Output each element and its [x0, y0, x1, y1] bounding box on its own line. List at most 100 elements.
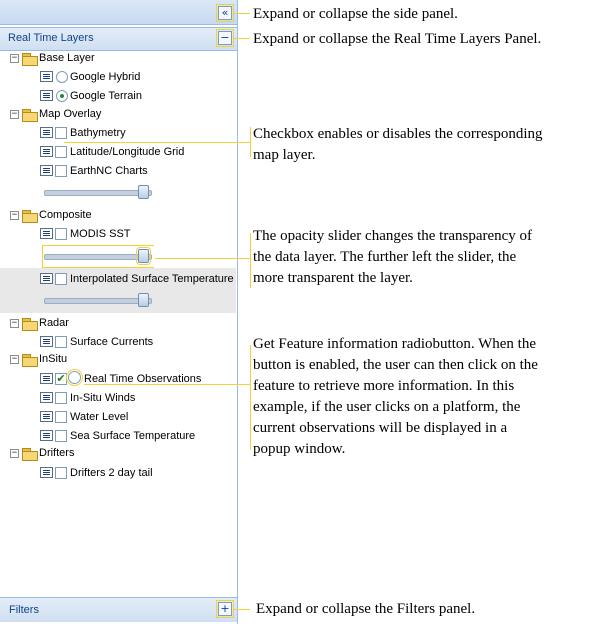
checkbox-in-situ-winds[interactable] — [55, 392, 67, 404]
radio-google-terrain[interactable] — [56, 90, 68, 102]
layer-label-interpolated-surface-temperature: Interpolated Surface Temperature — [70, 273, 234, 285]
connector-line — [42, 245, 43, 267]
annotation-line: Get Feature information radiobutton. Whe… — [253, 336, 536, 352]
opacity-slider-track[interactable] — [44, 298, 152, 304]
layer-label-earthnc-charts: EarthNC Charts — [70, 165, 148, 177]
annotation-checkbox: Checkbox enables or disables the corresp… — [253, 124, 543, 166]
connector-line — [42, 267, 154, 268]
annotation-filters-panel: Expand or collapse the Filters panel. — [256, 601, 476, 617]
connector-line — [250, 345, 251, 450]
filters-panel-header[interactable]: Filters + — [0, 597, 237, 622]
layer-label-bathymetry: Bathymetry — [70, 127, 126, 139]
opacity-slider-thumb[interactable] — [138, 293, 149, 307]
double-chevron-left-icon[interactable]: « — [216, 4, 234, 22]
expander-insitu[interactable]: − — [10, 355, 19, 364]
feature-info-radio[interactable] — [66, 369, 83, 386]
annotation-layers-panel: Expand or collapse the Real Time Layers … — [253, 31, 542, 47]
annotation-opacity: The opacity slider changes the transpare… — [253, 226, 532, 289]
group-label-insitu: InSitu — [39, 353, 68, 365]
opacity-slider-thumb[interactable] — [136, 247, 151, 265]
legend-icon[interactable] — [40, 392, 53, 403]
legend-icon[interactable] — [40, 127, 53, 138]
checkbox-sea-surface-temperature[interactable] — [55, 430, 67, 442]
legend-icon[interactable] — [40, 71, 53, 82]
layer-label-sea-surface-temperature: Sea Surface Temperature — [70, 430, 196, 442]
legend-icon[interactable] — [40, 373, 53, 384]
checkbox-drifters-2-day-tail[interactable] — [55, 467, 67, 479]
legend-icon[interactable] — [40, 146, 53, 157]
legend-icon[interactable] — [40, 336, 53, 347]
connector-line — [84, 384, 250, 385]
legend-icon[interactable] — [40, 467, 53, 478]
checkbox-modis-sst[interactable] — [55, 228, 67, 240]
connector-line — [233, 13, 250, 14]
opacity-slider-track[interactable] — [44, 254, 152, 260]
folder-icon — [22, 53, 38, 66]
expander-radar[interactable]: − — [10, 319, 19, 328]
collapse-layers-button[interactable]: − — [216, 29, 234, 47]
checkbox-surface-currents[interactable] — [55, 336, 67, 348]
legend-icon[interactable] — [40, 273, 53, 284]
layer-label-modis-sst: MODIS SST — [70, 228, 131, 240]
folder-icon — [22, 318, 38, 331]
folder-icon — [22, 354, 38, 367]
folder-icon — [22, 109, 38, 122]
legend-icon[interactable] — [40, 411, 53, 422]
legend-icon[interactable] — [40, 165, 53, 176]
checkbox-bathymetry[interactable] — [55, 127, 67, 139]
layer-label-lat-lon-grid: Latitude/Longitude Grid — [70, 146, 185, 158]
annotation-line: popup window. — [253, 441, 346, 457]
real-time-layers-header[interactable]: Real Time Layers − — [0, 27, 237, 51]
connector-line — [233, 609, 250, 610]
layer-label-google-terrain: Google Terrain — [70, 90, 142, 102]
annotation-line: Checkbox enables or disables the corresp… — [253, 126, 543, 142]
annotation-side-panel: Expand or collapse the side panel. — [253, 6, 458, 22]
group-label-composite: Composite — [39, 209, 92, 221]
connector-line — [42, 245, 154, 246]
annotation-line: button is enabled, the user can then cli… — [253, 357, 538, 373]
annotation-line: The opacity slider changes the transpare… — [253, 228, 533, 244]
group-label-radar: Radar — [39, 317, 69, 329]
filters-title: Filters — [9, 604, 39, 616]
folder-icon — [22, 448, 38, 461]
annotation-line: more transparent the layer. — [253, 270, 413, 286]
connector-line — [233, 38, 250, 39]
opacity-slider-thumb[interactable] — [138, 185, 149, 199]
real-time-layers-title: Real Time Layers — [8, 32, 94, 44]
expand-filters-button[interactable]: + — [216, 600, 234, 618]
group-label-drifters: Drifters — [39, 447, 75, 459]
annotation-line: map layer. — [253, 147, 316, 163]
side-panel-topbar: « — [0, 0, 237, 25]
annotation-line: current observations will be displayed i… — [253, 420, 508, 436]
checkbox-water-level[interactable] — [55, 411, 67, 423]
annotation-line: feature to retrieve more information. In… — [253, 378, 515, 394]
checkbox-lat-lon-grid[interactable] — [55, 146, 67, 158]
radio-google-hybrid[interactable] — [56, 71, 68, 83]
annotation-feature-info: Get Feature information radiobutton. Whe… — [253, 334, 538, 460]
checkbox-interpolated-surface-temperature[interactable] — [55, 273, 67, 285]
folder-icon — [22, 210, 38, 223]
legend-icon[interactable] — [40, 228, 53, 239]
opacity-slider-track[interactable] — [44, 190, 152, 196]
annotation-line: the data layer. The further left the sli… — [253, 249, 517, 265]
legend-icon[interactable] — [40, 430, 53, 441]
layer-label-drifters-2-day-tail: Drifters 2 day tail — [70, 467, 153, 479]
layer-label-google-hybrid: Google Hybrid — [70, 71, 141, 83]
expander-drifters[interactable]: − — [10, 449, 19, 458]
connector-line — [155, 258, 250, 259]
expander-composite[interactable]: − — [10, 211, 19, 220]
connector-line — [64, 142, 250, 143]
legend-icon[interactable] — [40, 90, 53, 101]
side-panel: « Real Time Layers − − Base Layer Google… — [0, 0, 238, 624]
connector-line — [250, 233, 251, 288]
checkbox-real-time-observations[interactable]: ✔ — [55, 373, 67, 385]
checkbox-earthnc-charts[interactable] — [55, 165, 67, 177]
connector-line — [250, 127, 251, 157]
layer-label-in-situ-winds: In-Situ Winds — [70, 392, 136, 404]
expander-base-layer[interactable]: − — [10, 54, 19, 63]
group-label-map-overlay: Map Overlay — [39, 108, 102, 120]
expander-map-overlay[interactable]: − — [10, 110, 19, 119]
layer-label-surface-currents: Surface Currents — [70, 336, 154, 348]
group-label-base-layer: Base Layer — [39, 52, 95, 64]
annotation-line: example, if the user clicks on a platfor… — [253, 399, 521, 415]
